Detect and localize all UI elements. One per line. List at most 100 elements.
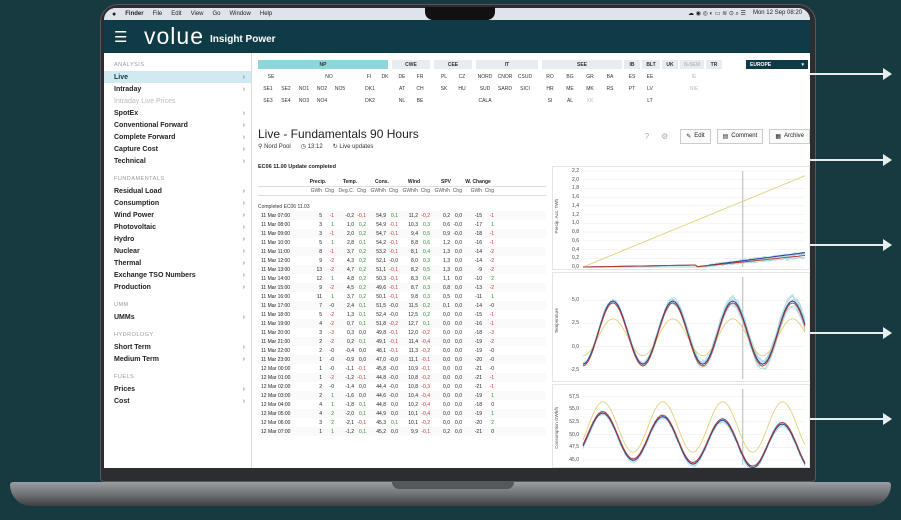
- sidebar-item[interactable]: UMMs ›: [104, 311, 251, 323]
- region-item[interactable]: EE: [642, 72, 658, 81]
- region-tab-nsem[interactable]: N-SEM: [680, 60, 704, 69]
- region-tab-ib[interactable]: IB: [624, 60, 640, 69]
- table-row[interactable]: 11 Mar 21:00 2 -2 0,2 0,1 49,1 -0,1 11,4 -0,4 0,0…: [258, 337, 546, 346]
- table-row[interactable]: 11 Mar 07:00 5 -1 -0,2 -0,1 54,9 0,1 11,2 -0,2 0,…: [258, 211, 546, 220]
- region-tab-blt[interactable]: BLT: [642, 60, 660, 69]
- menubar-item[interactable]: Window: [230, 11, 251, 17]
- sidebar-item[interactable]: Intraday ›: [104, 83, 251, 95]
- sidebar-item[interactable]: Production ›: [104, 281, 251, 293]
- region-item[interactable]: XK: [582, 96, 598, 105]
- region-tab-np[interactable]: NP: [258, 60, 388, 69]
- region-item[interactable]: FR: [412, 72, 428, 81]
- table-row[interactable]: 11 Mar 10:00 5 1 2,8 0,1 54,2 -0,1 8,8 0,6 1,2 0,0…: [258, 238, 546, 247]
- region-item[interactable]: GR: [582, 72, 598, 81]
- archive-button[interactable]: ▦ Archive: [769, 129, 810, 144]
- region-item[interactable]: CALA: [476, 96, 494, 105]
- region-item[interactable]: AT: [394, 84, 410, 93]
- region-item[interactable]: RO: [542, 72, 558, 81]
- region-item[interactable]: AL: [562, 96, 578, 105]
- table-row[interactable]: 12 Mar 03:00 2 1 -1,6 0,0 44,6 -0,0 10,4 -0,4 0,0…: [258, 391, 546, 400]
- table-row[interactable]: 11 Mar 19:00 4 -2 0,7 0,1 51,8 -0,2 12,7 0,1 0,0 0…: [258, 319, 546, 328]
- table-row[interactable]: 11 Mar 23:00 1 -0 -0,9 0,0 47,0 -0,0 11,1 -0,1 0,…: [258, 355, 546, 364]
- region-tab-tr[interactable]: TR: [706, 60, 722, 69]
- apple-icon[interactable]: ●: [112, 11, 116, 18]
- table-row[interactable]: 11 Mar 18:00 5 -2 1,3 0,1 52,4 -0,0 12,5 0,2 0,0 0…: [258, 310, 546, 319]
- sidebar-item[interactable]: Consumption ›: [104, 197, 251, 209]
- table-row[interactable]: 12 Mar 00:00 1 -0 -1,1 -0,1 45,8 -0,0 10,9 -0,1 0…: [258, 364, 546, 373]
- region-item[interactable]: ES: [624, 72, 640, 81]
- region-item[interactable]: RS: [602, 84, 618, 93]
- region-item[interactable]: SUD: [476, 84, 494, 93]
- region-item[interactable]: NIE: [686, 84, 702, 93]
- table-row[interactable]: 11 Mar 13:00 13 -2 4,7 0,2 51,1 -0,1 8,2 0,5 1,3 0…: [258, 265, 546, 274]
- table-row[interactable]: 12 Mar 02:00 2 -0 -1,4 0,0 44,4 -0,0 10,8 -0,3 0,…: [258, 382, 546, 391]
- sidebar-item[interactable]: Nuclear ›: [104, 245, 251, 257]
- sidebar-item[interactable]: Short Term ›: [104, 341, 251, 353]
- region-item[interactable]: DE: [394, 72, 410, 81]
- region-item[interactable]: DK2: [362, 96, 378, 105]
- region-item[interactable]: NL: [394, 96, 410, 105]
- menu-icon[interactable]: ☰: [114, 28, 140, 46]
- region-item[interactable]: PT: [624, 84, 640, 93]
- region-item[interactable]: DK: [378, 72, 392, 81]
- region-item[interactable]: BG: [562, 72, 578, 81]
- live-toggle[interactable]: ↻ Live updates: [333, 143, 374, 150]
- region-tab-uk[interactable]: UK: [662, 60, 678, 69]
- sidebar-item[interactable]: Prices ›: [104, 383, 251, 395]
- table-row[interactable]: 11 Mar 11:00 8 -1 3,7 0,2 53,2 -0,1 8,1 0,4 1,3 0,…: [258, 247, 546, 256]
- region-item[interactable]: IE: [686, 72, 702, 81]
- table-row[interactable]: 11 Mar 12:00 9 -2 4,3 0,2 52,1 -0,0 8,0 0,3 1,3 0,…: [258, 256, 546, 265]
- table-row[interactable]: 11 Mar 17:00 7 -0 2,4 0,1 51,5 -0,0 11,5 0,2 0,1 0…: [258, 301, 546, 310]
- region-item[interactable]: SE1: [260, 84, 276, 93]
- region-item[interactable]: LT: [642, 96, 658, 105]
- region-item[interactable]: NO5: [332, 84, 348, 93]
- region-item[interactable]: NO2: [314, 84, 330, 93]
- table-row[interactable]: 11 Mar 20:00 3 -3 0,3 0,0 49,8 -0,1 12,0 -0,2 0,0…: [258, 328, 546, 337]
- table-row[interactable]: 12 Mar 04:00 4 1 -1,8 0,1 44,8 0,0 10,2 -0,4 0,0 0…: [258, 400, 546, 409]
- sidebar-item[interactable]: SpotEx ›: [104, 107, 251, 119]
- table-row[interactable]: 11 Mar 08:00 3 1 1,0 0,2 54,9 -0,1 10,3 0,3 0,6 -0…: [258, 220, 546, 229]
- table-row[interactable]: 11 Mar 14:00 12 1 4,8 0,2 50,3 -0,1 8,3 0,4 1,1 0,…: [258, 274, 546, 283]
- sidebar-item[interactable]: Technical ›: [104, 155, 251, 167]
- region-item[interactable]: MK: [582, 84, 598, 93]
- region-tab-it[interactable]: IT: [476, 60, 538, 69]
- region-tab-see[interactable]: SEE: [542, 60, 622, 69]
- region-item[interactable]: NORD: [476, 72, 494, 81]
- table-row[interactable]: 12 Mar 07:00 1 1 -1,2 0,1 45,2 0,0 9,9 -0,1 0,2 0,…: [258, 427, 546, 436]
- sidebar-item[interactable]: Conventional Forward ›: [104, 119, 251, 131]
- menubar-item[interactable]: Finder: [125, 11, 143, 17]
- sidebar-item[interactable]: Hydro ›: [104, 233, 251, 245]
- brand-logo[interactable]: volue: [144, 23, 204, 50]
- sidebar-item[interactable]: Residual Load ›: [104, 185, 251, 197]
- table-row[interactable]: 12 Mar 05:00 4 2 -2,0 0,1 44,9 0,0 10,1 -0,4 0,0 0…: [258, 409, 546, 418]
- region-item[interactable]: HR: [542, 84, 558, 93]
- region-item[interactable]: SE4: [278, 96, 294, 105]
- sidebar-item[interactable]: Photovoltaic ›: [104, 221, 251, 233]
- sidebar-item[interactable]: Complete Forward ›: [104, 131, 251, 143]
- region-item[interactable]: DK1: [362, 84, 378, 93]
- sidebar-item[interactable]: Thermal ›: [104, 257, 251, 269]
- table-row[interactable]: 11 Mar 16:00 11 1 3,7 0,2 50,1 -0,1 9,8 0,3 0,5 0,…: [258, 292, 546, 301]
- sidebar-item[interactable]: Cost ›: [104, 395, 251, 407]
- region-item[interactable]: CZ: [454, 72, 470, 81]
- sidebar-item[interactable]: Medium Term ›: [104, 353, 251, 365]
- sidebar-item[interactable]: Exchange TSO Numbers ›: [104, 269, 251, 281]
- menubar-item[interactable]: Help: [260, 11, 272, 17]
- table-row[interactable]: 12 Mar 06:00 3 2 -2,1 -0,1 45,3 0,1 10,1 -0,2 0,0…: [258, 418, 546, 427]
- gear-icon[interactable]: ⚙: [661, 132, 668, 141]
- sidebar-item[interactable]: Wind Power ›: [104, 209, 251, 221]
- region-tab-cee[interactable]: CEE: [434, 60, 472, 69]
- comment-button[interactable]: ▤ Comment: [716, 129, 764, 144]
- region-item[interactable]: NO1: [296, 84, 312, 93]
- region-item[interactable]: NO: [322, 72, 336, 81]
- menubar-item[interactable]: Edit: [171, 11, 181, 17]
- status-icons[interactable]: ☁ ◉ ◎ ◐ ▭ ≋ ⊙ ⌕ ☰: [688, 10, 746, 18]
- region-item[interactable]: NO3: [296, 96, 312, 105]
- table-row[interactable]: 11 Mar 09:00 3 -1 2,0 0,2 54,7 -0,1 9,4 0,5 0,9 -0…: [258, 229, 546, 238]
- region-item[interactable]: LV: [642, 84, 658, 93]
- clock[interactable]: Mon 12 Sep 08:20: [753, 10, 802, 18]
- sidebar-item[interactable]: Live ›: [104, 71, 251, 83]
- location[interactable]: ⚲ Nord Pool: [258, 143, 291, 150]
- region-item[interactable]: BE: [412, 96, 428, 105]
- help-icon[interactable]: ?: [645, 132, 649, 141]
